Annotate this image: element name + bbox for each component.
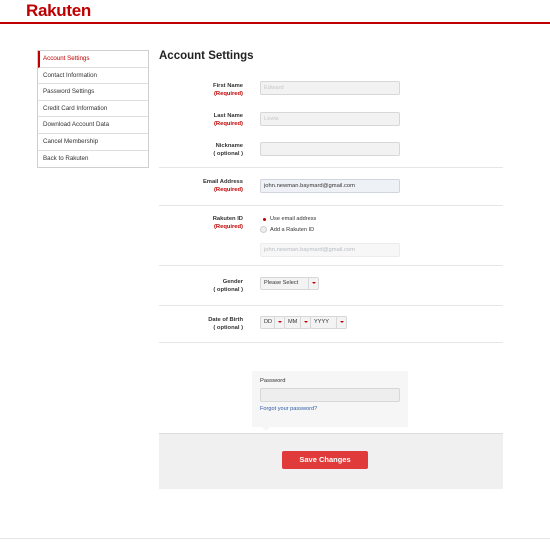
chevron-down-icon	[274, 317, 284, 328]
sidebar-item-password-settings[interactable]: Password Settings	[38, 84, 148, 101]
popover-pointer	[261, 426, 271, 431]
chevron-down-icon	[336, 317, 346, 328]
last-name-input[interactable]: Lewis	[260, 112, 400, 126]
sidebar-item-credit-card-information[interactable]: Credit Card Information	[38, 101, 148, 118]
form-actions-panel: Save Changes	[159, 433, 503, 489]
add-rakuten-id-radio-option[interactable]: Add a Rakuten ID	[260, 226, 314, 233]
sidebar-item-cancel-membership[interactable]: Cancel Membership	[38, 134, 148, 151]
sidebar-item-contact-information[interactable]: Contact Information	[38, 68, 148, 85]
email-label: Email Address (Required)	[202, 179, 243, 193]
sidebar-item-account-settings[interactable]: Account Settings	[38, 51, 148, 68]
save-changes-button[interactable]: Save Changes	[282, 451, 368, 469]
nickname-label: Nickname ( optional )	[213, 143, 243, 157]
email-input[interactable]: john.newman.baymard@gmail.com	[260, 179, 400, 193]
dob-month-select[interactable]: MM	[284, 316, 311, 329]
account-sidebar: Account Settings Contact Information Pas…	[37, 50, 149, 169]
page-title: Account Settings	[159, 50, 254, 62]
rakuten-id-label: Rakuten ID (Required)	[212, 216, 243, 230]
password-label: Password	[260, 378, 286, 384]
chevron-down-icon	[300, 317, 310, 328]
use-email-radio-option[interactable]: Use email address	[260, 215, 316, 222]
last-name-label: Last Name (Required)	[213, 113, 243, 127]
rakuten-logo[interactable]: Rakuten	[26, 1, 91, 21]
password-confirm-box: Password Forgot your password?	[252, 371, 408, 427]
dob-label: Date of Birth ( optional )	[208, 317, 243, 331]
rakuten-id-row: Rakuten ID (Required) Use email address …	[159, 213, 503, 266]
password-input[interactable]	[260, 388, 400, 402]
nickname-row: Nickname ( optional )	[159, 141, 503, 168]
brand-accent-line	[0, 22, 550, 24]
nickname-input[interactable]	[260, 142, 400, 156]
first-name-row: First Name (Required) Edward	[159, 80, 503, 108]
dob-day-select[interactable]: DD	[260, 316, 285, 329]
forgot-password-link[interactable]: Forgot your password?	[260, 406, 317, 412]
first-name-label: First Name (Required)	[213, 83, 243, 97]
rakuten-id-input: john.newman.baymard@gmail.com	[260, 243, 400, 257]
first-name-input[interactable]: Edward	[260, 81, 400, 95]
sidebar-item-back-to-rakuten[interactable]: Back to Rakuten	[38, 151, 148, 168]
radio-unselected-icon[interactable]	[260, 226, 267, 233]
sidebar-item-download-account-data[interactable]: Download Account Data	[38, 117, 148, 134]
chevron-down-icon	[308, 278, 318, 289]
gender-select[interactable]: Please Select	[260, 277, 319, 290]
dob-year-select[interactable]: YYYY	[310, 316, 347, 329]
gender-label: Gender ( optional )	[213, 279, 243, 293]
email-row: Email Address (Required) john.newman.bay…	[159, 176, 503, 206]
radio-selected-icon[interactable]	[260, 215, 267, 222]
top-bar: Rakuten	[0, 0, 550, 24]
dob-row: Date of Birth ( optional ) DD MM YYYY	[159, 313, 503, 343]
footer-divider	[0, 538, 550, 539]
last-name-row: Last Name (Required) Lewis	[159, 111, 503, 139]
gender-row: Gender ( optional ) Please Select	[159, 273, 503, 306]
